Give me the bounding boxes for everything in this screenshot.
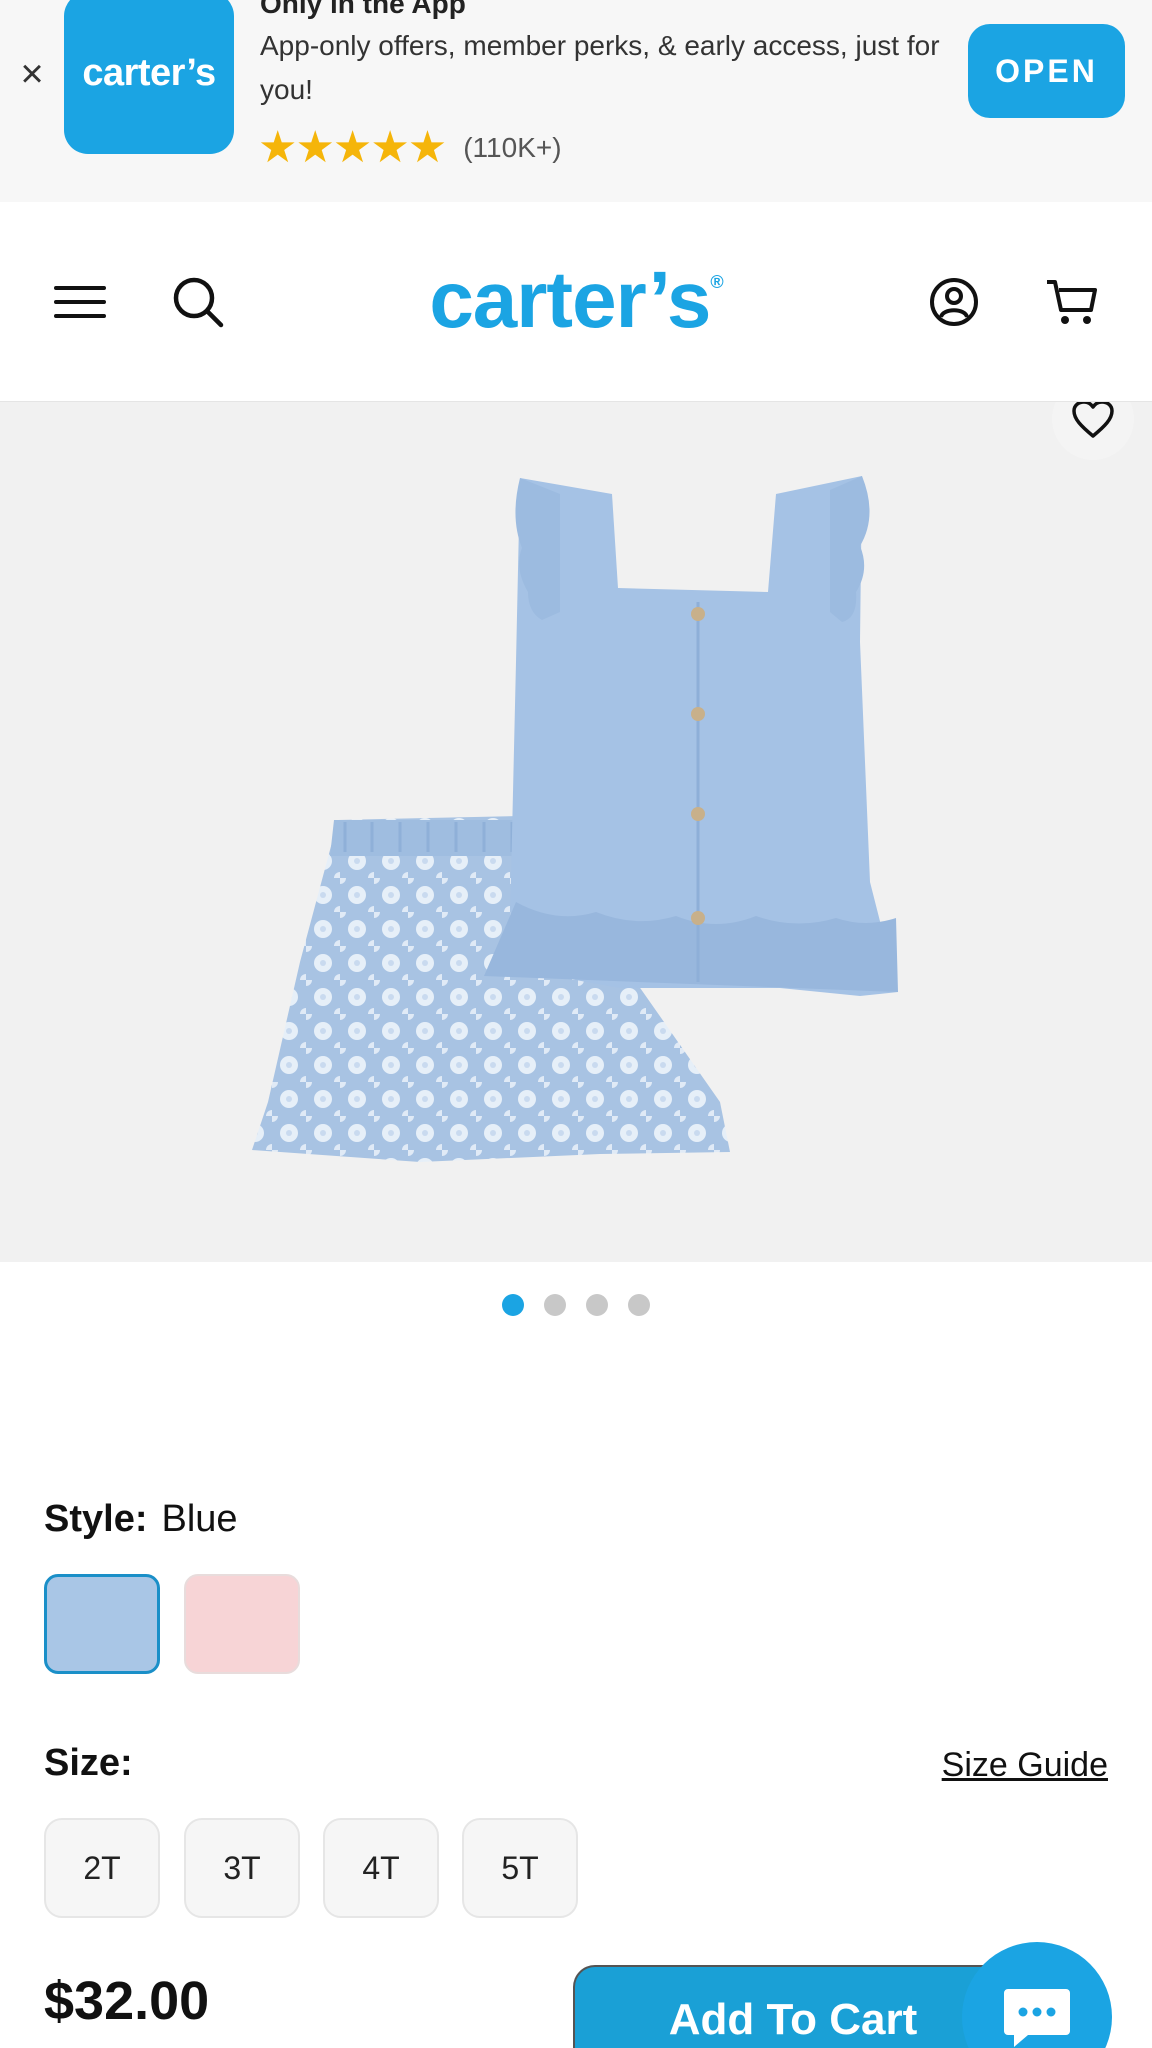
- logo-registered-mark: ®: [710, 272, 723, 292]
- close-icon[interactable]: ×: [14, 54, 50, 94]
- size-option-5t[interactable]: 5T: [462, 1818, 578, 1918]
- size-guide-link[interactable]: Size Guide: [942, 1746, 1108, 1785]
- size-option-2t[interactable]: 2T: [44, 1818, 160, 1918]
- swatch-blue[interactable]: [44, 1574, 160, 1674]
- size-option-3t[interactable]: 3T: [184, 1818, 300, 1918]
- style-selector-label: Style: Blue: [44, 1498, 238, 1541]
- carousel-dot[interactable]: [502, 1294, 524, 1316]
- open-app-button[interactable]: OPEN: [968, 24, 1125, 118]
- style-value: Blue: [161, 1498, 238, 1540]
- size-option-4t[interactable]: 4T: [323, 1818, 439, 1918]
- size-label: Size:: [44, 1742, 133, 1784]
- product-price: $32.00: [44, 1971, 210, 2031]
- heart-icon: [1072, 402, 1114, 438]
- carousel-dots: [0, 1294, 1152, 1316]
- banner-title: Only in the App: [260, 0, 466, 19]
- logo-text: carter’s: [429, 255, 711, 344]
- product-image: [252, 476, 898, 1162]
- app-icon-label: carter’s: [82, 51, 216, 94]
- product-gallery[interactable]: [0, 402, 1152, 1262]
- site-header: carter’s®: [0, 202, 1152, 402]
- banner-description: App-only offers, member perks, & early a…: [260, 30, 940, 105]
- account-icon[interactable]: [922, 270, 986, 334]
- search-icon[interactable]: [166, 270, 230, 334]
- chat-icon: [1004, 1989, 1070, 2047]
- carousel-dot[interactable]: [544, 1294, 566, 1316]
- rating-count: (110K+): [463, 132, 562, 163]
- carousel-dot[interactable]: [628, 1294, 650, 1316]
- chat-button[interactable]: [962, 1942, 1112, 2048]
- app-icon[interactable]: carter’s: [64, 0, 234, 154]
- carousel-dot[interactable]: [586, 1294, 608, 1316]
- app-banner: × carter’s Only in the App App-only offe…: [0, 0, 1152, 202]
- cart-icon[interactable]: [1040, 270, 1104, 334]
- style-label: Style:: [44, 1498, 148, 1540]
- swatch-pink[interactable]: [184, 1574, 300, 1674]
- banner-rating: ★★★★★ (110K+): [258, 126, 562, 170]
- hamburger-menu-icon[interactable]: [48, 270, 112, 334]
- star-rating-icon: ★★★★★: [258, 122, 447, 173]
